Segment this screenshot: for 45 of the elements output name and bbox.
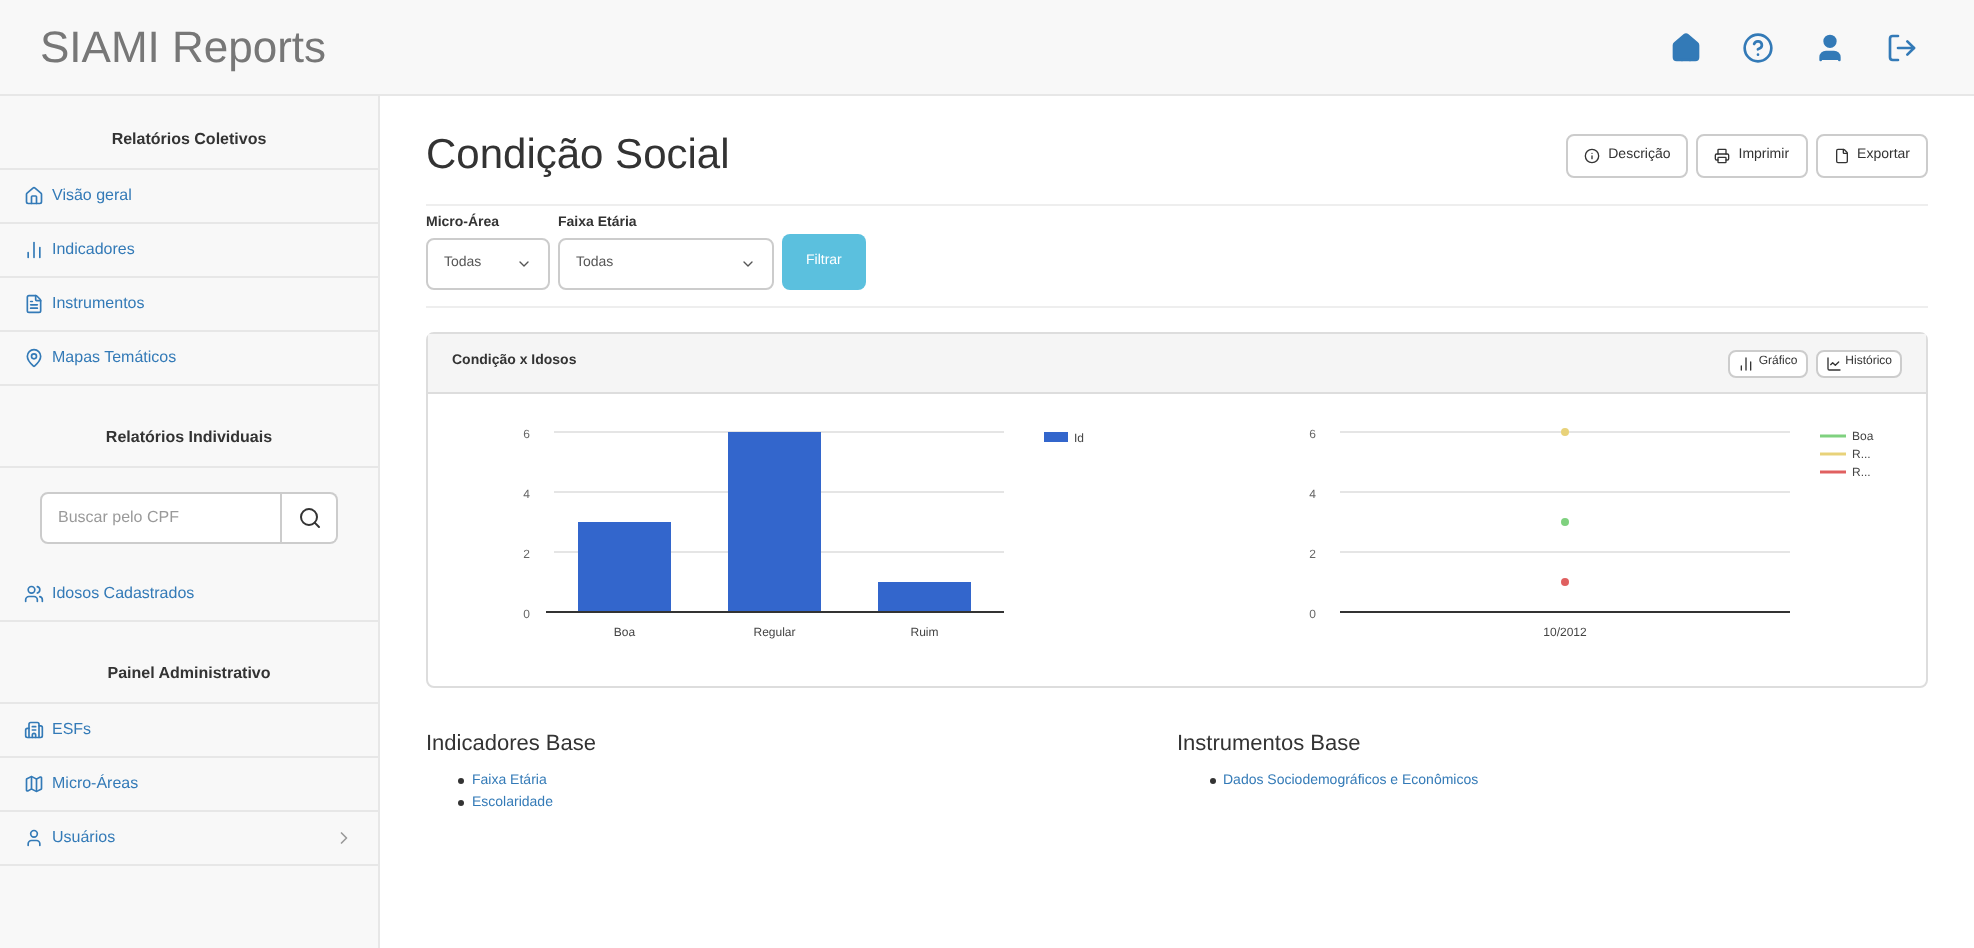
home-icon[interactable] (1670, 31, 1702, 63)
data-point (1561, 518, 1569, 526)
file-icon (1833, 147, 1850, 164)
building-icon (24, 720, 44, 740)
search-field[interactable]: Buscar pelo CPF (40, 492, 282, 544)
data-point (1561, 428, 1569, 436)
bar (578, 522, 671, 612)
sidebar-item[interactable]: Micro-Áreas (0, 758, 378, 812)
sidebar-item[interactable]: ESFs (0, 704, 378, 758)
sidebar-item[interactable]: Instrumentos (0, 278, 378, 332)
sidebar-item[interactable]: Mapas Temáticos (0, 332, 378, 386)
user-icon[interactable] (1814, 31, 1846, 63)
search-icon (297, 506, 321, 530)
caret-icon (516, 256, 532, 272)
map-pin-icon (24, 348, 44, 368)
home-icon (24, 186, 44, 206)
bar (878, 582, 971, 612)
sidebar-heading: Relatórios Coletivos (0, 112, 378, 170)
users-icon (24, 584, 44, 604)
caret-icon (740, 256, 756, 272)
sidebar-item[interactable]: Usuários (0, 812, 378, 866)
sidebar-heading: Painel Administrativo (0, 646, 378, 704)
sidebar-heading: Relatórios Individuais (0, 410, 378, 468)
user-icon (24, 828, 44, 848)
sidebar-item[interactable]: Indicadores (0, 224, 378, 278)
bullet-icon (458, 799, 464, 805)
help-icon[interactable] (1742, 31, 1774, 63)
bullet-icon (1209, 777, 1215, 783)
logout-icon[interactable] (1886, 31, 1918, 63)
sidebar-item[interactable]: Idosos Cadastrados (0, 568, 378, 622)
page-title: Condição Social (426, 130, 730, 182)
printer-icon (1714, 147, 1731, 164)
brand-title[interactable]: SIAMI Reports (40, 14, 327, 80)
bar-chart-icon (1738, 355, 1755, 371)
bar-chart-icon (24, 240, 44, 260)
info-icon (1584, 147, 1601, 164)
document-icon (24, 294, 44, 314)
data-point (1561, 578, 1569, 586)
search-button[interactable] (282, 492, 338, 544)
bullet-icon (458, 777, 464, 783)
list-heading: Indicadores Base (426, 730, 598, 760)
sidebar-item[interactable]: Visão geral (0, 170, 378, 224)
map-icon (24, 774, 44, 794)
line-chart-icon (1825, 355, 1842, 371)
list-heading: Instrumentos Base (1177, 730, 1363, 760)
